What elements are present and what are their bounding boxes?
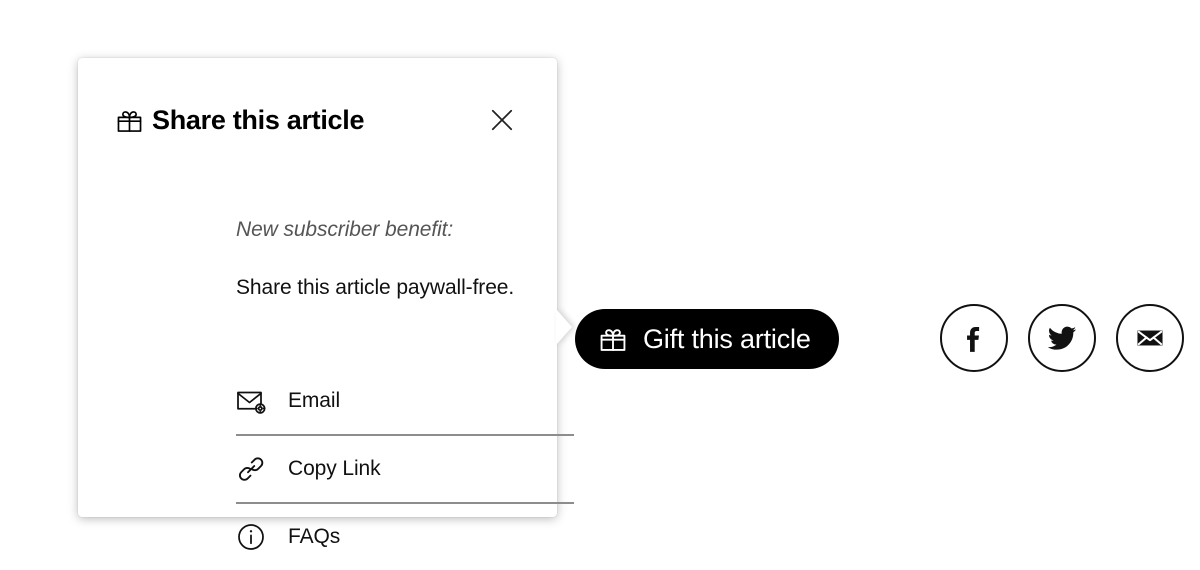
share-popover: Share this article New subscriber benefi… bbox=[78, 58, 574, 550]
benefit-label: New subscriber benefit: bbox=[236, 218, 454, 241]
benefit-description: Share this article paywall-free. bbox=[236, 276, 515, 299]
gift-icon bbox=[117, 110, 142, 132]
info-circle-icon bbox=[238, 524, 264, 550]
share-email-button[interactable] bbox=[1116, 304, 1184, 372]
close-icon[interactable] bbox=[489, 107, 515, 133]
twitter-bird-icon bbox=[1047, 326, 1077, 350]
share-options-list: Email Copy Link FAQs bbox=[236, 368, 574, 570]
page-title: Share this article bbox=[152, 104, 365, 135]
envelope-filled-icon bbox=[1137, 330, 1163, 346]
gift-button-label: Gift this article bbox=[643, 323, 811, 354]
share-option-label: Copy Link bbox=[288, 457, 381, 480]
link-chain-icon bbox=[239, 457, 264, 481]
gift-this-article-button[interactable]: Gift this article bbox=[575, 309, 839, 369]
share-option-email[interactable]: Email bbox=[236, 368, 574, 434]
share-twitter-button[interactable] bbox=[1028, 304, 1096, 372]
popover-header: Share this article bbox=[78, 100, 557, 140]
envelope-badge-icon bbox=[237, 391, 266, 414]
gift-icon bbox=[600, 329, 626, 351]
share-option-label: FAQs bbox=[288, 525, 341, 548]
share-option-copy-link[interactable]: Copy Link bbox=[236, 434, 574, 502]
social-share-buttons bbox=[940, 304, 1184, 372]
share-option-faqs[interactable]: FAQs bbox=[236, 502, 574, 570]
facebook-icon bbox=[967, 326, 980, 352]
popover-tail bbox=[556, 309, 572, 345]
share-facebook-button[interactable] bbox=[940, 304, 1008, 372]
share-option-label: Email bbox=[288, 389, 341, 412]
